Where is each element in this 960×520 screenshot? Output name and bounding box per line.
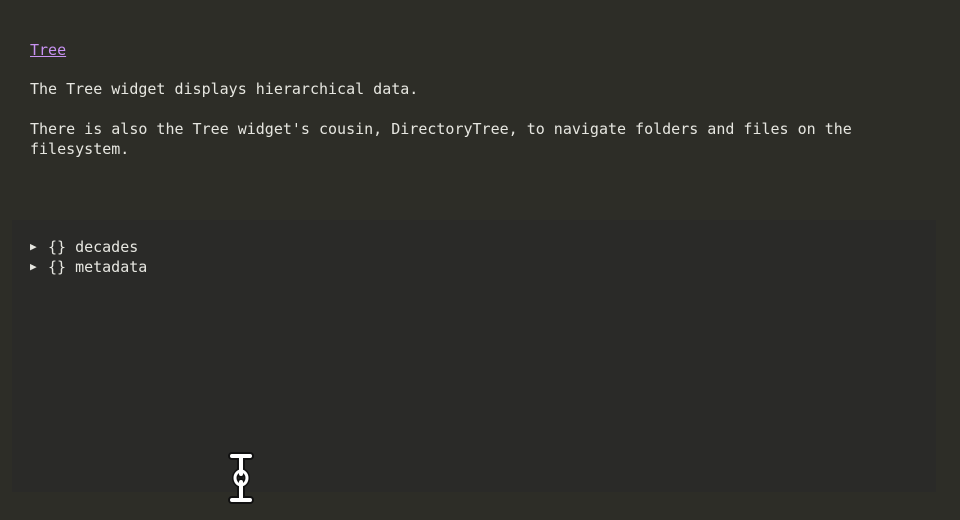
triangle-right-icon[interactable]: ▶ — [30, 237, 48, 257]
braces-icon: {} — [48, 258, 67, 276]
tree-widget[interactable]: ▶ {} decades ▶ {} metadata — [12, 220, 936, 492]
tree-title-link[interactable]: Tree — [30, 40, 66, 60]
triangle-right-icon[interactable]: ▶ — [30, 257, 48, 277]
tree-node-metadata[interactable]: ▶ {} metadata — [30, 257, 147, 277]
braces-icon: {} — [48, 238, 67, 256]
tree-node-decades[interactable]: ▶ {} decades — [30, 237, 138, 257]
text-cursor-icon — [228, 452, 254, 504]
tree-node-label: metadata — [75, 258, 148, 276]
markdown-content: Tree The Tree widget displays hierarchic… — [0, 0, 960, 520]
description-paragraph: The Tree widget displays hierarchical da… — [30, 80, 419, 98]
directory-tree-paragraph: There is also the Tree widget's cousin, … — [30, 120, 861, 158]
tree-node-label: decades — [75, 238, 139, 256]
